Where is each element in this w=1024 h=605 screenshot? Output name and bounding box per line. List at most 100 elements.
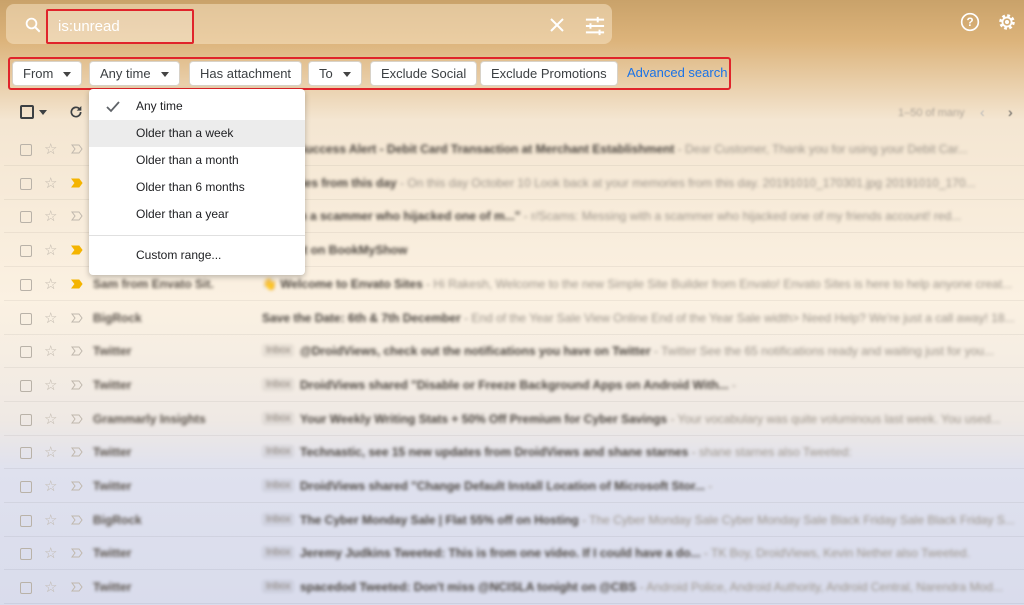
menu-item-older-than-month[interactable]: Older than a month (89, 147, 305, 174)
row-checkbox[interactable] (20, 346, 32, 359)
important-marker-icon[interactable] (71, 346, 83, 356)
exclude-social-chip[interactable]: Exclude Social (370, 61, 478, 86)
row-checkbox[interactable] (20, 312, 32, 325)
pagination-text: 1–50 of many (898, 107, 965, 119)
important-marker-icon[interactable] (71, 211, 83, 221)
search-input[interactable]: is:unread (46, 9, 194, 44)
refresh-icon[interactable] (68, 104, 84, 120)
email-row[interactable]: ☆ BigRock Save the Date: 6th & 7th Decembe… (4, 302, 1024, 335)
email-sender: Grammarly Insights (93, 411, 206, 426)
menu-item-label: Older than 6 months (136, 180, 245, 194)
to-filter-chip[interactable]: To (308, 61, 362, 86)
star-icon[interactable]: ☆ (44, 140, 57, 158)
chevron-right-icon[interactable]: › (1008, 104, 1013, 120)
email-row[interactable]: ☆ BigRock Inbox The Cyber Monday Sale | Fla… (4, 504, 1024, 537)
email-subject-line: Jeremy Judkins Tweeted: This is from one… (300, 546, 1014, 560)
important-marker-icon[interactable] (71, 313, 83, 323)
close-icon[interactable] (548, 16, 566, 34)
star-icon[interactable]: ☆ (44, 410, 57, 428)
menu-item-label: Older than a month (136, 153, 239, 167)
menu-item-older-than-year[interactable]: Older than a year (89, 201, 305, 228)
select-all-checkbox[interactable] (20, 105, 34, 119)
important-marker-icon[interactable] (71, 144, 83, 154)
star-icon[interactable]: ☆ (44, 309, 57, 327)
email-row[interactable]: ☆ Twitter Inbox Technastic, see 15 new upda… (4, 436, 1024, 470)
row-checkbox[interactable] (20, 582, 32, 595)
email-subject: DroidViews shared "Disable or Freeze Bac… (300, 377, 729, 392)
inbox-label: Inbox (262, 344, 295, 358)
email-subject: spacedod Tweeted: Don't miss @NCISLA ton… (300, 580, 637, 595)
row-checkbox[interactable] (20, 379, 32, 392)
from-filter-chip[interactable]: From (12, 61, 83, 86)
top-bar: is:unread ? (0, 0, 1024, 46)
menu-item-custom-range[interactable]: Custom range... (89, 242, 305, 269)
row-checkbox[interactable] (20, 548, 32, 561)
row-checkbox[interactable] (20, 144, 32, 156)
row-checkbox[interactable] (20, 514, 32, 527)
row-checkbox[interactable] (20, 447, 32, 460)
email-row[interactable]: ☆ Twitter Inbox spacedod Tweeted: Don't mis… (4, 571, 1024, 605)
email-subject-line: @DroidViews, check out the notifications… (300, 344, 1014, 358)
row-checkbox[interactable] (20, 278, 32, 291)
row-checkbox[interactable] (20, 245, 32, 258)
important-marker-icon[interactable] (71, 515, 83, 525)
gear-icon[interactable] (996, 11, 1018, 33)
star-icon[interactable]: ☆ (44, 241, 57, 259)
search-box[interactable]: is:unread (6, 4, 612, 44)
star-icon[interactable]: ☆ (44, 376, 57, 394)
email-row[interactable]: ☆ Twitter Inbox @DroidViews, check out the … (4, 335, 1024, 369)
email-row[interactable]: ☆ Twitter Inbox Jeremy Judkins Tweeted: Thi… (4, 537, 1024, 571)
star-icon[interactable]: ☆ (44, 275, 57, 293)
star-icon[interactable]: ☆ (44, 207, 57, 225)
chevron-down-icon[interactable] (39, 110, 47, 115)
has-attachment-chip[interactable]: Has attachment (189, 61, 303, 86)
exclude-promotions-chip[interactable]: Exclude Promotions (480, 61, 618, 86)
email-subject: Technastic, see 15 new updates from Droi… (300, 445, 689, 460)
important-marker-icon[interactable] (71, 548, 83, 558)
important-marker-icon[interactable] (71, 447, 83, 457)
inbox-label: Inbox (262, 445, 295, 459)
row-checkbox[interactable] (20, 177, 32, 190)
help-icon[interactable]: ? (960, 12, 980, 32)
email-sender: BigRock (93, 310, 142, 325)
email-snippet: - TK Boy, DroidViews, Kevin Nether also … (700, 546, 970, 561)
search-icon[interactable] (24, 16, 42, 34)
inbox-label: Inbox (262, 479, 295, 492)
inbox-label: Inbox (262, 377, 295, 391)
inbox-label: Inbox (262, 580, 295, 594)
email-subject: Save the Date: 6th & 7th December (262, 310, 461, 325)
star-icon[interactable]: ☆ (44, 511, 57, 529)
email-row[interactable]: ☆ Grammarly Insights Inbox Your Weekly Writ… (4, 403, 1024, 436)
menu-item-older-than-6-months[interactable]: Older than 6 months (89, 174, 305, 201)
email-subject-line: The Cyber Monday Sale | Flat 55% off on … (300, 513, 1014, 527)
menu-item-any-time[interactable]: Any time (89, 93, 305, 120)
important-marker-icon[interactable] (71, 380, 83, 390)
important-marker-icon[interactable] (71, 582, 83, 592)
chevron-down-icon (342, 72, 351, 78)
star-icon[interactable]: ☆ (44, 544, 57, 562)
email-row[interactable]: ☆ Twitter Inbox DroidViews shared "Change D… (4, 470, 1024, 503)
advanced-search-link[interactable]: Advanced search (627, 65, 727, 80)
star-icon[interactable]: ☆ (44, 443, 57, 461)
row-checkbox[interactable] (20, 211, 32, 224)
star-icon[interactable]: ☆ (44, 174, 57, 192)
important-marker-icon[interactable] (71, 481, 83, 491)
menu-item-label: Any time (136, 99, 183, 113)
menu-item-older-than-week[interactable]: Older than a week (89, 120, 305, 147)
star-icon[interactable]: ☆ (44, 477, 57, 495)
svg-text:?: ? (966, 16, 973, 29)
important-marker-icon[interactable] (71, 245, 83, 255)
row-checkbox[interactable] (20, 413, 32, 426)
important-marker-icon[interactable] (71, 414, 83, 424)
email-subject-line: 👋 Welcome to Envato Sites - Hi Rakesh, W… (262, 277, 1014, 291)
search-options-icon[interactable] (584, 16, 606, 36)
email-row[interactable]: ☆ Twitter Inbox DroidViews shared "Disable … (4, 369, 1024, 402)
important-marker-icon[interactable] (71, 279, 83, 289)
row-checkbox[interactable] (20, 481, 32, 493)
star-icon[interactable]: ☆ (44, 578, 57, 596)
email-subject-line: ...tion Success Alert - Debit Card Trans… (262, 142, 1014, 156)
chevron-left-icon[interactable]: ‹ (980, 104, 985, 120)
star-icon[interactable]: ☆ (44, 342, 57, 360)
time-filter-chip[interactable]: Any time (89, 61, 180, 86)
important-marker-icon[interactable] (71, 178, 83, 188)
